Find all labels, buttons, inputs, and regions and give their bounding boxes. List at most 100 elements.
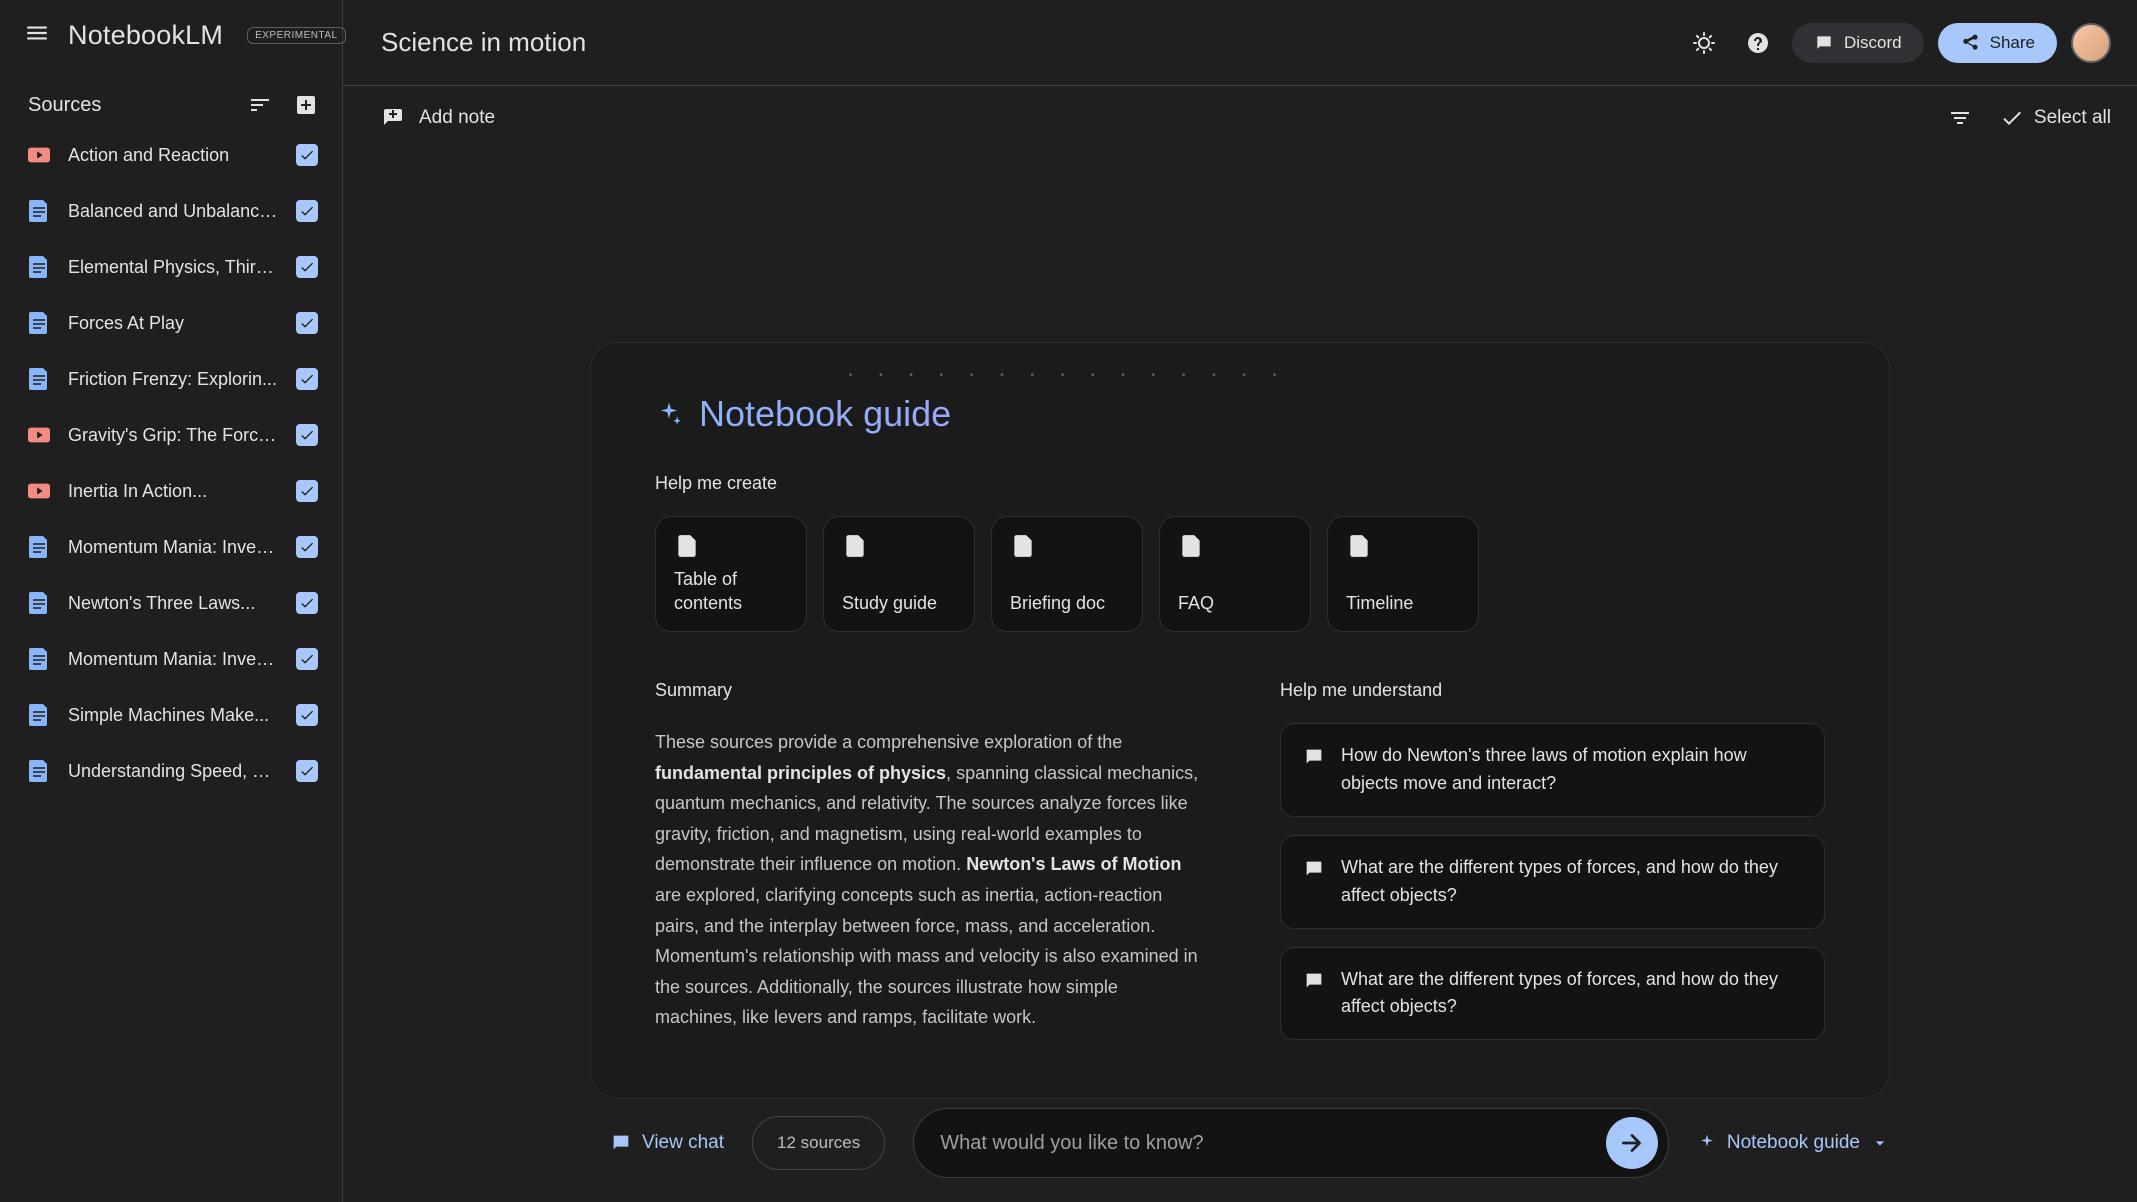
create-card[interactable]: Briefing doc xyxy=(991,516,1143,632)
source-checkbox[interactable] xyxy=(296,312,318,334)
share-label: Share xyxy=(1990,33,2035,53)
source-label: Momentum Mania: Investi... xyxy=(68,537,278,558)
help-understand-heading: Help me understand xyxy=(1280,680,1825,701)
source-label: Momentum Mania: Investi... xyxy=(68,649,278,670)
source-checkbox[interactable] xyxy=(296,760,318,782)
filter-icon[interactable] xyxy=(1948,106,1972,130)
source-checkbox[interactable] xyxy=(296,704,318,726)
source-label: Understanding Speed, Ve... xyxy=(68,761,278,782)
question-text: How do Newton's three laws of motion exp… xyxy=(1341,742,1802,798)
bottom-dock: View chat 12 sources Notebook guide xyxy=(343,1108,2137,1178)
send-button[interactable] xyxy=(1606,1117,1658,1169)
source-item[interactable]: Inertia In Action... xyxy=(0,463,342,519)
create-card-label: Timeline xyxy=(1346,592,1460,615)
article-icon xyxy=(28,648,50,670)
source-item[interactable]: Friction Frenzy: Explorin... xyxy=(0,351,342,407)
source-checkbox[interactable] xyxy=(296,144,318,166)
experimental-badge: EXPERIMENTAL xyxy=(247,27,346,44)
source-label: Forces At Play xyxy=(68,313,278,334)
article-icon xyxy=(28,312,50,334)
select-all-button[interactable]: Select all xyxy=(2000,106,2111,130)
create-card-label: Table of contents xyxy=(674,568,788,615)
chat-icon xyxy=(1303,746,1325,768)
summary-body: These sources provide a comprehensive ex… xyxy=(655,727,1200,1033)
view-chat-label: View chat xyxy=(642,1132,724,1154)
source-checkbox[interactable] xyxy=(296,592,318,614)
create-card-label: Briefing doc xyxy=(1010,592,1124,615)
source-item[interactable]: Elemental Physics, Third... xyxy=(0,239,342,295)
suggested-question[interactable]: What are the different types of forces, … xyxy=(1280,835,1825,929)
menu-icon[interactable] xyxy=(24,20,50,51)
discord-button[interactable]: Discord xyxy=(1792,23,1924,63)
source-checkbox[interactable] xyxy=(296,648,318,670)
help-icon[interactable] xyxy=(1738,23,1778,63)
avatar[interactable] xyxy=(2071,23,2111,63)
notebook-guide-label: Notebook guide xyxy=(1727,1132,1860,1154)
source-item[interactable]: Action and Reaction xyxy=(0,127,342,183)
select-all-label: Select all xyxy=(2034,107,2111,129)
notebook-guide-button[interactable]: Notebook guide xyxy=(1697,1132,1890,1154)
create-card[interactable]: Table of contents xyxy=(655,516,807,632)
suggested-question[interactable]: What are the different types of forces, … xyxy=(1280,947,1825,1041)
create-card[interactable]: Study guide xyxy=(823,516,975,632)
source-label: Simple Machines Make... xyxy=(68,705,278,726)
source-label: Newton's Three Laws... xyxy=(68,593,278,614)
source-item[interactable]: Momentum Mania: Investi... xyxy=(0,519,342,575)
video-icon xyxy=(28,147,50,163)
ask-input[interactable] xyxy=(940,1132,1606,1155)
create-card[interactable]: Timeline xyxy=(1327,516,1479,632)
add-note-button[interactable]: Add note xyxy=(381,106,495,130)
page-title[interactable]: Science in motion xyxy=(381,27,586,58)
source-item[interactable]: Balanced and Unbalance... xyxy=(0,183,342,239)
create-cards: Table of contents Study guide Briefing doc… xyxy=(655,516,1825,632)
question-text: What are the different types of forces, … xyxy=(1341,854,1802,910)
source-label: Action and Reaction xyxy=(68,145,278,166)
source-list: Action and Reaction Balanced and Unbalanc… xyxy=(0,127,342,1202)
source-checkbox[interactable] xyxy=(296,256,318,278)
source-label: Gravity's Grip: The Force... xyxy=(68,425,278,446)
topbar: Science in motion Discord Share xyxy=(343,0,2137,86)
share-button[interactable]: Share xyxy=(1938,23,2057,63)
article-icon xyxy=(28,536,50,558)
summary-heading: Summary xyxy=(655,680,1200,701)
suggested-questions: How do Newton's three laws of motion exp… xyxy=(1280,723,1825,1040)
suggested-question[interactable]: How do Newton's three laws of motion exp… xyxy=(1280,723,1825,817)
source-item[interactable]: Gravity's Grip: The Force... xyxy=(0,407,342,463)
view-chat-button[interactable]: View chat xyxy=(590,1132,724,1154)
sparkle-icon xyxy=(655,400,683,428)
source-count-chip[interactable]: 12 sources xyxy=(752,1116,885,1170)
source-label: Elemental Physics, Third... xyxy=(68,257,278,278)
chat-icon xyxy=(1303,858,1325,880)
guide-title: Notebook guide xyxy=(699,393,951,435)
article-icon xyxy=(28,368,50,390)
source-checkbox[interactable] xyxy=(296,536,318,558)
source-checkbox[interactable] xyxy=(296,424,318,446)
source-label: Inertia In Action... xyxy=(68,481,278,502)
video-icon xyxy=(28,483,50,499)
source-item[interactable]: Momentum Mania: Investi... xyxy=(0,631,342,687)
add-source-icon[interactable] xyxy=(294,93,318,117)
create-card-label: Study guide xyxy=(842,592,956,615)
source-checkbox[interactable] xyxy=(296,200,318,222)
chat-icon xyxy=(1303,970,1325,992)
source-item[interactable]: Forces At Play xyxy=(0,295,342,351)
notes-toolbar: Add note Select all xyxy=(343,86,2137,142)
article-icon xyxy=(28,704,50,726)
source-checkbox[interactable] xyxy=(296,368,318,390)
question-text: What are the different types of forces, … xyxy=(1341,966,1802,1022)
resize-handle[interactable]: • • • • • • • • • • • • • • • xyxy=(849,370,1288,381)
help-create-heading: Help me create xyxy=(655,473,1825,494)
add-note-label: Add note xyxy=(419,107,495,129)
theme-icon[interactable] xyxy=(1684,23,1724,63)
source-checkbox[interactable] xyxy=(296,480,318,502)
source-item[interactable]: Newton's Three Laws... xyxy=(0,575,342,631)
app-logo: NotebookLM xyxy=(68,20,223,51)
sort-icon[interactable] xyxy=(248,93,272,117)
article-icon xyxy=(28,592,50,614)
discord-label: Discord xyxy=(1844,33,1902,53)
create-card[interactable]: FAQ xyxy=(1159,516,1311,632)
sidebar: NotebookLM EXPERIMENTAL Sources Action a… xyxy=(0,0,343,1202)
source-item[interactable]: Simple Machines Make... xyxy=(0,687,342,743)
source-item[interactable]: Understanding Speed, Ve... xyxy=(0,743,342,799)
chevron-down-icon xyxy=(1870,1133,1890,1153)
